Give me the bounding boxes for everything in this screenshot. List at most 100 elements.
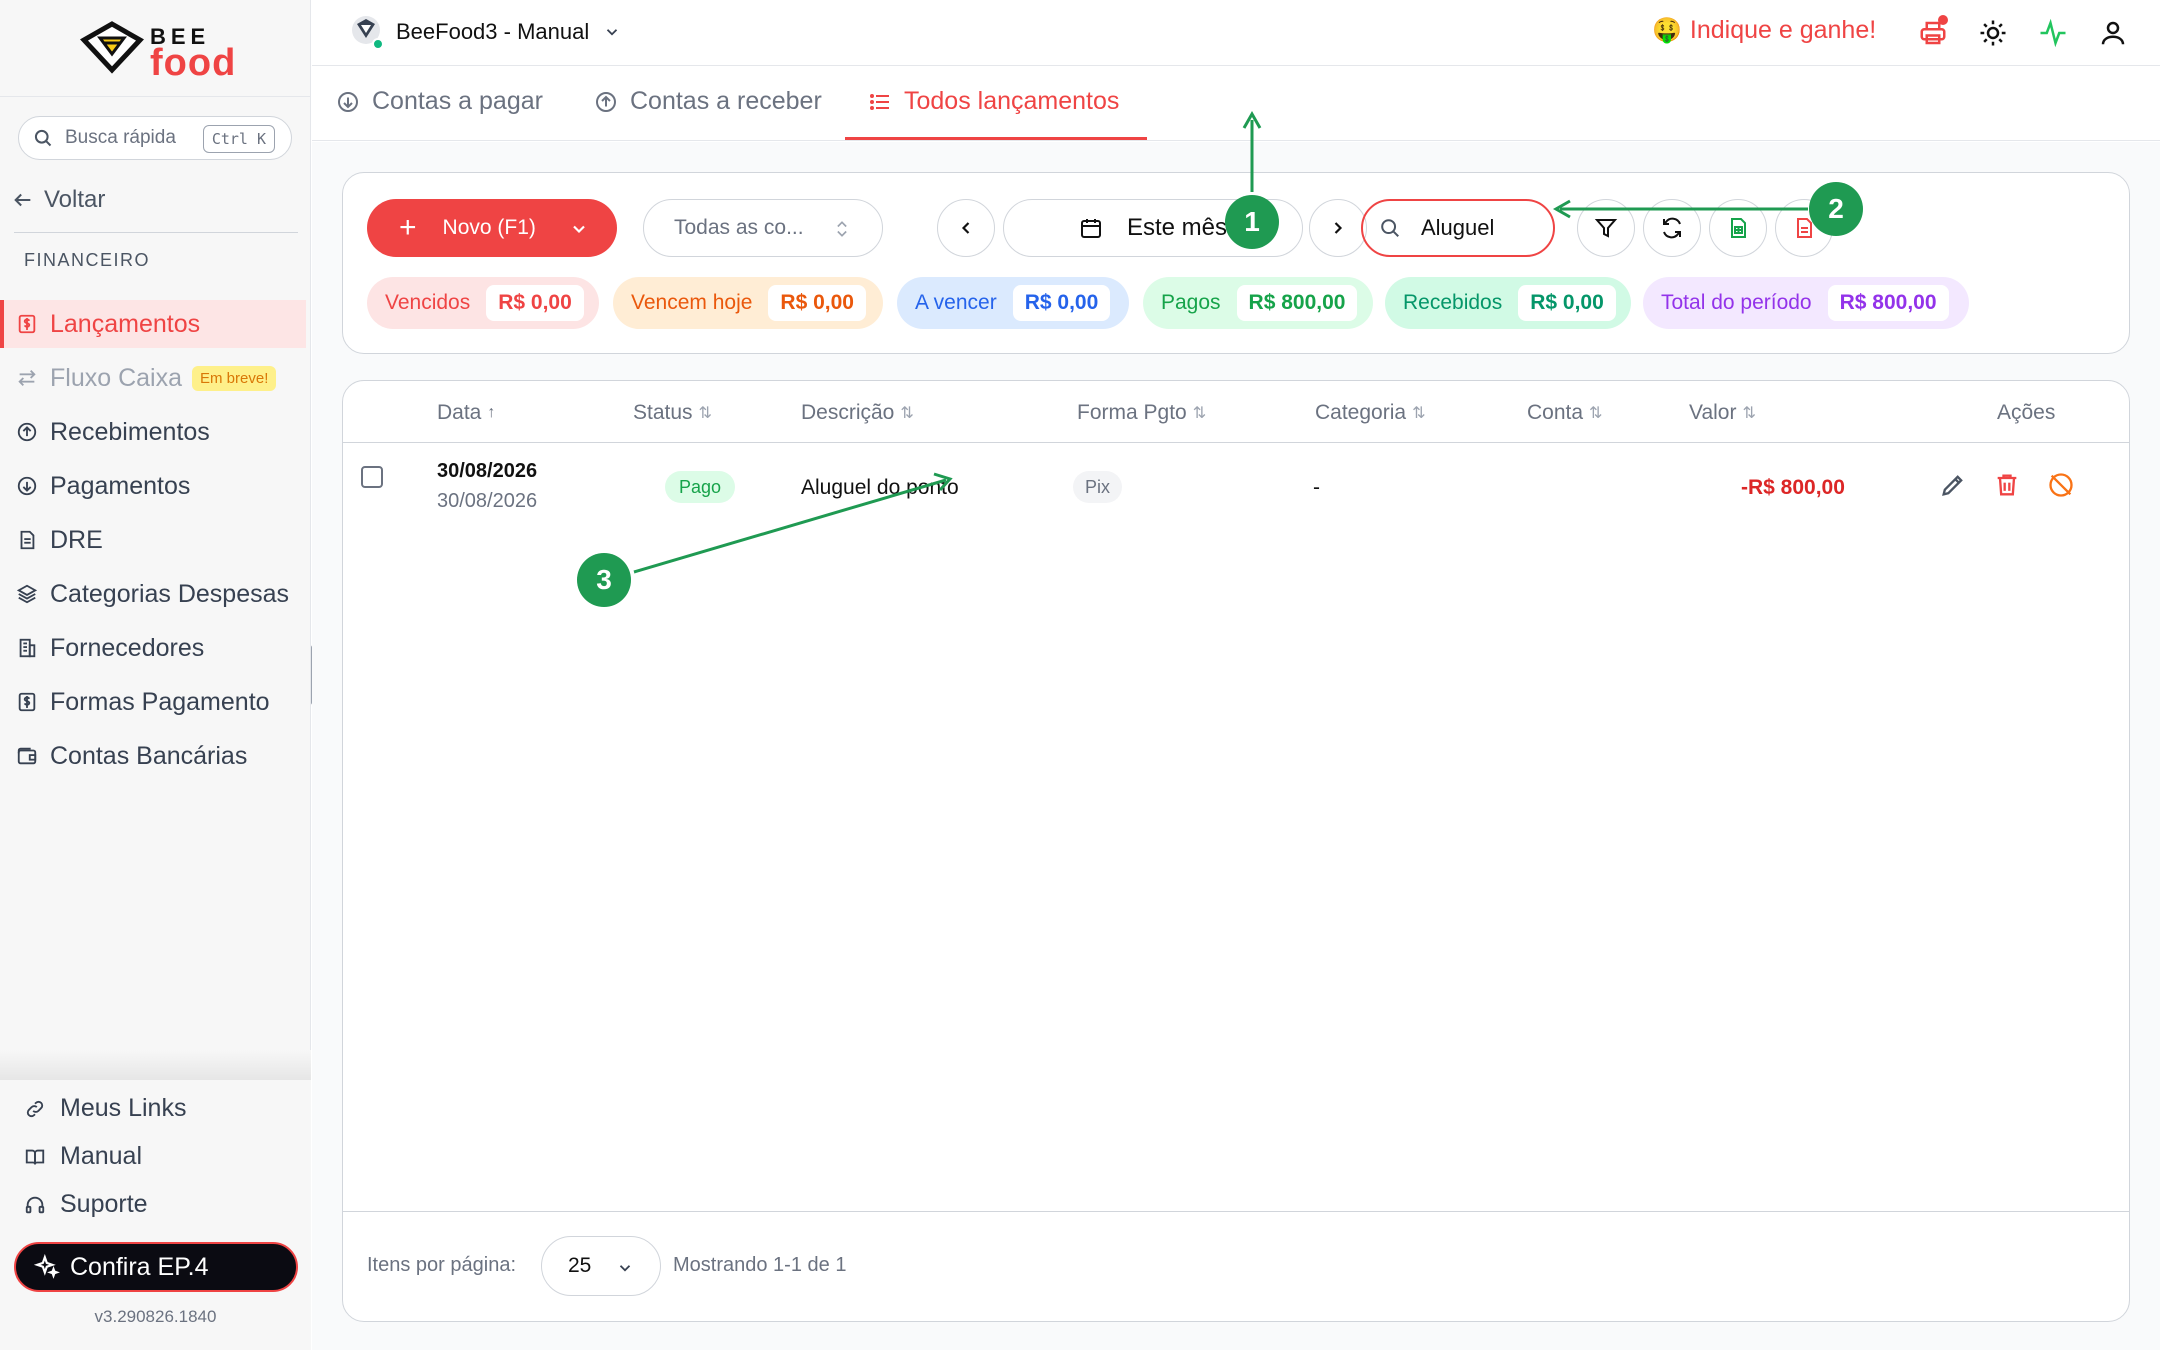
user-menu-button[interactable] — [2098, 18, 2128, 48]
summary-label: Pagos — [1161, 291, 1221, 314]
next-period-button[interactable] — [1309, 199, 1367, 257]
sort-icon: ⇅ — [698, 405, 712, 422]
sidebar-item-dre[interactable]: DRE — [0, 516, 306, 564]
previous-period-button[interactable] — [937, 199, 995, 257]
chevron-right-icon — [1334, 222, 1343, 234]
column-header-descricao[interactable]: Descrição ⇅ — [801, 401, 914, 425]
referral-link[interactable]: 🤑 Indique e ganhe! — [1652, 16, 1876, 45]
beefood-logo[interactable]: BEE food — [80, 20, 240, 84]
tab-contas-a-receber[interactable]: Contas a receber — [594, 87, 822, 116]
summary-vencidos[interactable]: Vencidos R$ 0,00 — [367, 277, 599, 329]
entries-table: Data ↑ Status ⇅ Descrição ⇅ Forma Pgto ⇅… — [342, 380, 2130, 1322]
back-link[interactable]: Voltar — [12, 186, 105, 214]
activity-button[interactable] — [2038, 18, 2068, 48]
spreadsheet-icon — [1731, 218, 1746, 238]
table-row[interactable]: 30/08/2026 30/08/2026 Pago Aluguel do po… — [343, 444, 2129, 534]
plus-icon: + — [399, 211, 417, 244]
filter-icon — [1594, 219, 1618, 238]
column-header-valor[interactable]: Valor ⇅ — [1689, 401, 1756, 425]
sidebar-item-label: Fornecedores — [50, 633, 205, 662]
refresh-button[interactable] — [1643, 199, 1701, 257]
account-select-value: Todas as co... — [674, 216, 804, 239]
search-input[interactable]: Aluguel — [1361, 199, 1555, 257]
chevron-up-down-icon — [837, 221, 847, 237]
quick-search-label: Busca rápida — [65, 127, 176, 148]
confira-ep4-button[interactable]: Confira EP.4 — [14, 1242, 298, 1292]
chevron-down-icon — [607, 29, 618, 36]
chevron-down-icon[interactable] — [569, 219, 589, 239]
column-label: Valor — [1689, 401, 1737, 424]
search-icon — [1381, 219, 1399, 237]
sidebar-item-categorias-despesas[interactable]: Categorias Despesas — [0, 570, 306, 618]
row-checkbox[interactable] — [361, 466, 383, 488]
sidebar-item-label: Formas Pagamento — [50, 687, 270, 716]
filter-button[interactable] — [1577, 199, 1635, 257]
row-description: Aluguel do ponto — [801, 476, 959, 499]
cancel-payment-button[interactable] — [2047, 471, 2077, 501]
section-label: FINANCEIRO — [24, 250, 151, 270]
summary-recebidos[interactable]: Recebidos R$ 0,00 — [1385, 277, 1631, 329]
column-header-status[interactable]: Status ⇅ — [633, 401, 712, 425]
manual-link[interactable]: Manual — [24, 1142, 142, 1171]
annotation-marker-1: 1 — [1225, 195, 1279, 249]
sort-icon: ⇅ — [1742, 405, 1756, 422]
sidebar-item-pagamentos[interactable]: Pagamentos — [0, 462, 306, 510]
sidebar-item-label: DRE — [50, 525, 103, 554]
trash-icon — [1997, 474, 2017, 496]
book-icon — [25, 1149, 45, 1165]
link-icon — [26, 1100, 44, 1117]
theme-toggle[interactable] — [1978, 18, 2008, 48]
column-header-forma-pgto[interactable]: Forma Pgto ⇅ — [1077, 401, 1206, 425]
summary-label: Total do período — [1661, 291, 1812, 314]
summary-pagos[interactable]: Pagos R$ 800,00 — [1143, 277, 1373, 329]
arrow-down-circle-icon — [338, 91, 358, 112]
tab-contas-a-pagar[interactable]: Contas a pagar — [336, 87, 543, 116]
search-input-value: Aluguel — [1421, 215, 1495, 240]
sidebar-item-label: Recebimentos — [50, 417, 210, 446]
column-header-conta[interactable]: Conta ⇅ — [1527, 401, 1602, 425]
column-label: Categoria — [1315, 401, 1407, 424]
my-links-link[interactable]: Meus Links — [24, 1094, 186, 1123]
summary-total-periodo[interactable]: Total do período R$ 800,00 — [1643, 277, 1969, 329]
items-per-page-select[interactable]: 25 — [541, 1236, 661, 1296]
sort-icon: ⇅ — [900, 405, 914, 422]
summary-vencem-hoje[interactable]: Vencem hoje R$ 0,00 — [613, 277, 883, 329]
company-selector[interactable]: BeeFood3 - Manual — [348, 14, 621, 50]
summary-label: Recebidos — [1403, 291, 1503, 314]
arrow-up-circle-icon — [596, 91, 616, 112]
items-per-page-value: 25 — [568, 1254, 592, 1277]
sidebar-item-recebimentos[interactable]: Recebimentos — [0, 408, 306, 456]
quick-search[interactable]: Busca rápida Ctrl K — [18, 116, 292, 160]
items-per-page-label: Itens por página: — [367, 1254, 516, 1276]
new-entry-button[interactable]: + Novo (F1) — [367, 199, 617, 257]
calendar-icon — [1080, 219, 1101, 238]
sidebar-item-contas-bancarias[interactable]: Contas Bancárias — [0, 732, 306, 780]
sidebar-item-lancamentos[interactable]: Lançamentos — [0, 300, 306, 348]
tab-todos-lancamentos[interactable]: Todos lançamentos — [868, 87, 1119, 116]
row-category: - — [1313, 476, 1320, 499]
support-link[interactable]: Suporte — [24, 1190, 148, 1219]
account-select[interactable]: Todas as co... — [643, 199, 883, 257]
export-excel-button[interactable] — [1709, 199, 1767, 257]
chevron-left-icon — [961, 222, 970, 234]
activity-icon — [2040, 18, 2066, 48]
summary-a-vencer[interactable]: A vencer R$ 0,00 — [897, 277, 1129, 329]
annotation-marker-3: 3 — [577, 553, 631, 607]
sidebar-item-fornecedores[interactable]: Fornecedores — [0, 624, 306, 672]
summary-value: R$ 0,00 — [486, 285, 584, 321]
cancel-coin-icon — [2049, 473, 2073, 497]
delete-button[interactable] — [1993, 471, 2023, 501]
column-header-data[interactable]: Data ↑ — [437, 401, 495, 425]
edit-button[interactable] — [1939, 471, 1969, 501]
sidebar-item-formas-pagamento[interactable]: Formas Pagamento — [0, 678, 306, 726]
sidebar-item-fluxo-caixa[interactable]: Fluxo Caixa Em breve! — [0, 354, 306, 402]
notification-dot — [1938, 15, 1948, 25]
column-header-categoria[interactable]: Categoria ⇅ — [1315, 401, 1425, 425]
summary-label: Vencidos — [385, 291, 471, 314]
list-icon — [870, 93, 889, 110]
refresh-icon — [1663, 217, 1681, 239]
column-label: Data — [437, 401, 482, 424]
printer-button[interactable] — [1918, 15, 1948, 48]
table-header: Data ↑ Status ⇅ Descrição ⇅ Forma Pgto ⇅… — [343, 381, 2129, 443]
topbar: BeeFood3 - Manual 🤑 Indique e ganhe! — [312, 0, 2160, 66]
